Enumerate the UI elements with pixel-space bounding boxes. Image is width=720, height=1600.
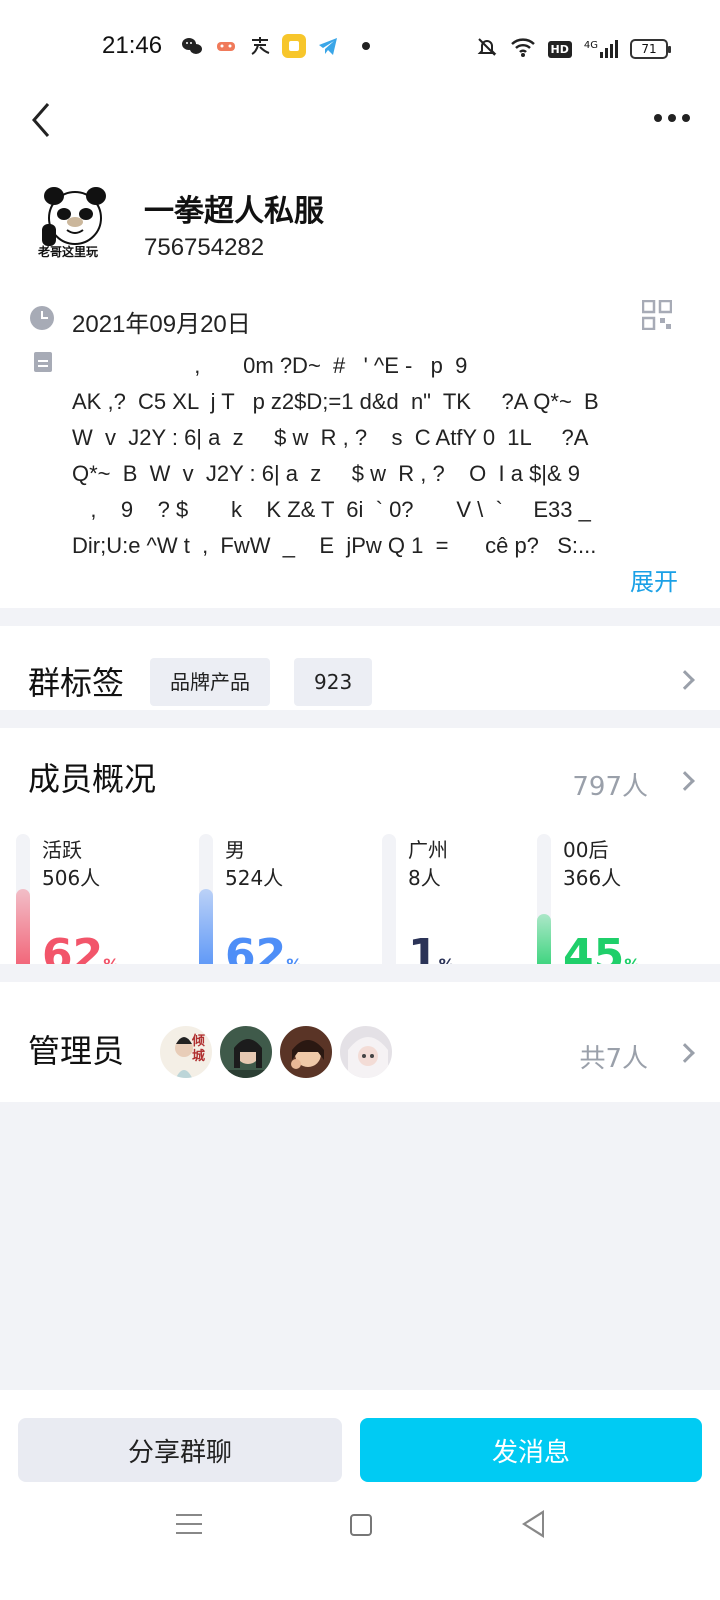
stat-label: 男 [225,838,245,862]
stat-location: 广州 8人 1% [382,834,562,984]
group-header: 老哥这里玩 一拳超人私服 756754282 [34,176,694,276]
stat-active: 活跃 506人 62% [16,834,196,984]
telegram-icon [316,34,340,58]
qr-code-icon[interactable] [641,299,673,331]
chevron-right-icon [675,1043,695,1063]
system-nav-bar [0,1490,720,1600]
section-divider [0,964,720,982]
expand-link[interactable]: 展开 [630,562,678,597]
stat-bar-track [537,834,551,980]
admin-avatar [278,1024,334,1080]
note-icon [282,34,306,58]
section-divider [0,608,720,626]
wechat-icon [180,34,204,58]
description-text: , 0m ?D~ # ' ^E - p 9 AK ,? C5 XL j T p … [72,353,599,558]
stat-value: 506人 [42,866,101,890]
stat-bar-track [16,834,30,980]
more-options-icon[interactable] [654,114,690,122]
admins-row[interactable]: 管理员 倾城 共7人 [0,1002,720,1102]
mute-icon [476,36,498,62]
group-id: 756754282 [144,234,265,261]
system-icons: HD 4G 71 [476,36,671,62]
send-message-button[interactable]: 发消息 [360,1418,702,1482]
admin-avatar-caption: 倾城 [192,1034,206,1064]
admin-count: 共7人 [579,1044,648,1074]
created-date-row: 2021年09月20日 [30,299,690,344]
stat-male: 男 524人 62% [199,834,379,984]
back-triangle-icon[interactable] [522,1510,544,1538]
home-icon[interactable] [350,1514,372,1536]
stat-label: 活跃 [42,838,82,862]
stat-label: 广州 [408,838,448,862]
top-nav [0,96,720,156]
share-group-button[interactable]: 分享群聊 [18,1418,342,1482]
tag-chip: 品牌产品 [150,658,270,706]
member-count[interactable]: 797人 [572,766,648,803]
status-time: 21:46 [102,32,163,59]
created-date: 2021年09月20日 [72,311,251,338]
notification-icons [180,34,370,58]
stat-age: 00后 366人 45% [537,834,717,984]
chevron-right-icon [675,670,695,690]
stat-value: 8人 [408,866,441,890]
stat-value: 524人 [225,866,284,890]
more-notifications-dot [362,42,370,50]
admin-avatar: 倾城 [158,1024,214,1080]
stat-bar-track [199,834,213,980]
recent-apps-icon[interactable] [176,1514,202,1534]
stat-label: 00后 [563,838,609,862]
members-title: 成员概况 [28,760,157,798]
empty-area [0,1102,720,1390]
tag-chip: 923 [294,658,373,706]
battery-icon: 71 [630,39,671,59]
wifi-icon [510,36,536,62]
member-overview: 成员概况 797人 活跃 506人 62% 男 524人 62% 广州 8人 1… [0,744,720,984]
action-bar: 分享群聊 发消息 [0,1390,720,1482]
status-bar: 21:46 HD 4G 71 [0,0,720,96]
clock-icon [30,306,54,330]
stat-value: 366人 [563,866,622,890]
stat-bar-track [382,834,396,980]
tags-title: 群标签 [28,664,125,702]
chevron-right-icon[interactable] [675,771,695,791]
signal-4g-icon: 4G [584,40,618,58]
hd-icon: HD [547,40,572,58]
game-icon [214,34,238,58]
avatar-caption: 老哥这里玩 [38,245,99,259]
admin-avatar [338,1024,394,1080]
group-description: , 0m ?D~ # ' ^E - p 9 AK ,? C5 XL j T p … [30,348,690,596]
back-icon[interactable] [30,100,54,140]
group-avatar[interactable]: 老哥这里玩 [34,184,116,266]
alipay-icon [248,34,272,58]
document-icon [34,352,52,372]
admin-avatar [218,1024,274,1080]
section-divider [0,710,720,728]
admins-title: 管理员 [28,1032,125,1070]
group-name: 一拳超人私服 [144,194,324,229]
